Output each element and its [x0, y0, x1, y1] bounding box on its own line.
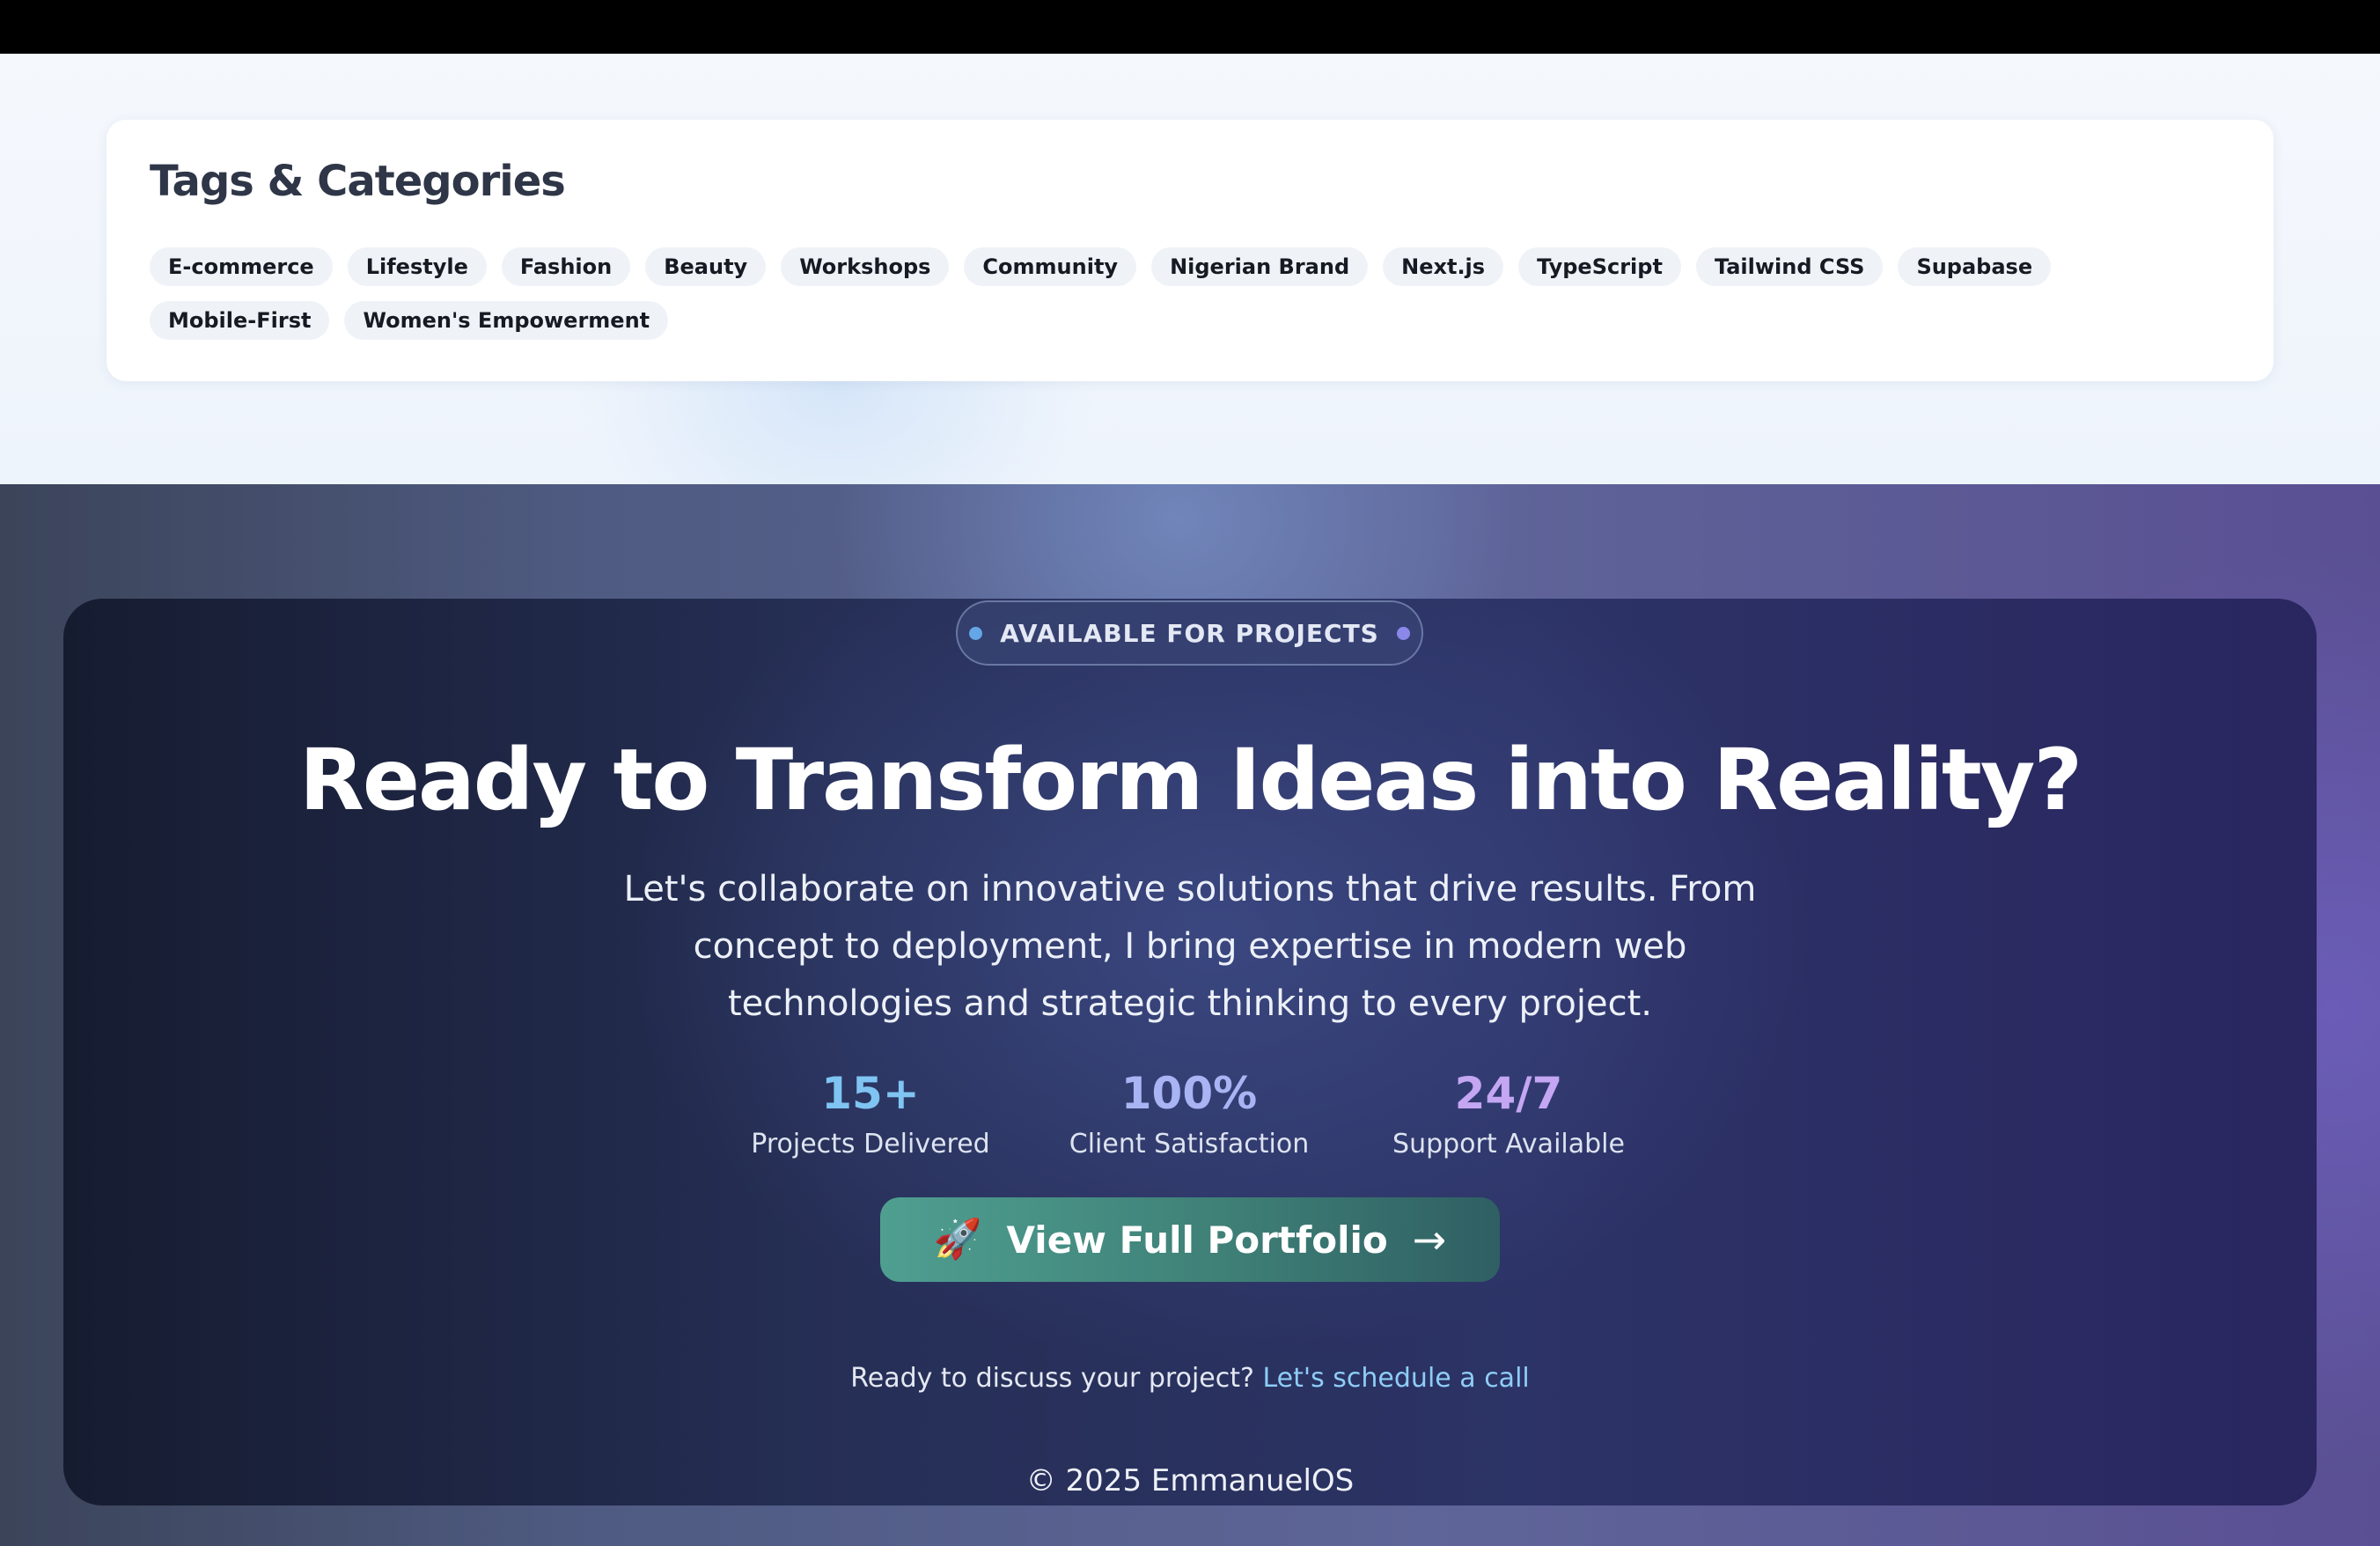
tags-card: Tags & Categories E-commerce Lifestyle F…	[107, 120, 2273, 381]
stats-row: 15+ Projects Delivered 100% Client Satis…	[63, 1065, 2317, 1189]
stat-label: Projects Delivered	[751, 1129, 990, 1160]
discuss-text: Ready to discuss your project?	[850, 1363, 1263, 1394]
arrow-right-icon: →	[1412, 1216, 1447, 1263]
cta-card: AVAILABLE FOR PROJECTS Ready to Transfor…	[63, 599, 2317, 1506]
cta-subtitle: Let's collaborate on innovative solution…	[623, 869, 1757, 1024]
stat-value: 100%	[1120, 1068, 1258, 1119]
stat-value: 15+	[821, 1068, 920, 1119]
view-portfolio-button[interactable]: 🚀 View Full Portfolio →	[880, 1197, 1500, 1282]
schedule-call-link[interactable]: Let's schedule a call	[1262, 1363, 1529, 1394]
tag-chip: Supabase	[1898, 247, 2052, 286]
stat-label: Client Satisfaction	[1069, 1129, 1310, 1160]
tag-chip: Lifestyle	[347, 247, 487, 286]
tag-chip: Community	[964, 247, 1137, 286]
cta-headline: Ready to Transform Ideas into Reality?	[298, 731, 2082, 829]
status-dot-icon	[969, 626, 983, 640]
stat-projects: 15+ Projects Delivered	[712, 1065, 1029, 1160]
copyright: © 2025 EmmanuelOS	[1025, 1463, 1355, 1498]
rocket-icon: 🚀	[933, 1217, 982, 1262]
tag-chip: Next.js	[1383, 247, 1504, 286]
tag-chip: Fashion	[501, 247, 631, 286]
stat-label: Support Available	[1392, 1129, 1625, 1160]
tag-chip: Beauty	[645, 247, 767, 286]
tag-chip: Nigerian Brand	[1151, 247, 1369, 286]
tag-chip: E-commerce	[150, 247, 333, 286]
tags-section: Tags & Categories E-commerce Lifestyle F…	[0, 54, 2380, 484]
stat-satisfaction: 100% Client Satisfaction	[1031, 1065, 1348, 1160]
tag-chip: Women's Empowerment	[344, 301, 669, 340]
status-dot-icon	[1396, 626, 1410, 640]
discuss-line: Ready to discuss your project? Let's sch…	[63, 1363, 2317, 1394]
availability-text: AVAILABLE FOR PROJECTS	[1000, 618, 1379, 648]
tags-title: Tags & Categories	[150, 157, 566, 206]
top-black-bar	[0, 0, 2380, 54]
stat-support: 24/7 Support Available	[1350, 1065, 1667, 1160]
cta-section: AVAILABLE FOR PROJECTS Ready to Transfor…	[0, 484, 2380, 1546]
tag-chip: Workshops	[781, 247, 950, 286]
tag-chip: Tailwind CSS	[1695, 247, 1884, 286]
tag-chip: Mobile-First	[150, 301, 330, 340]
availability-badge: AVAILABLE FOR PROJECTS	[956, 600, 1423, 666]
tag-list: E-commerce Lifestyle Fashion Beauty Work…	[150, 247, 2244, 340]
tag-chip: TypeScript	[1518, 247, 1681, 286]
view-portfolio-label: View Full Portfolio	[1006, 1218, 1388, 1262]
stat-value: 24/7	[1454, 1068, 1563, 1119]
